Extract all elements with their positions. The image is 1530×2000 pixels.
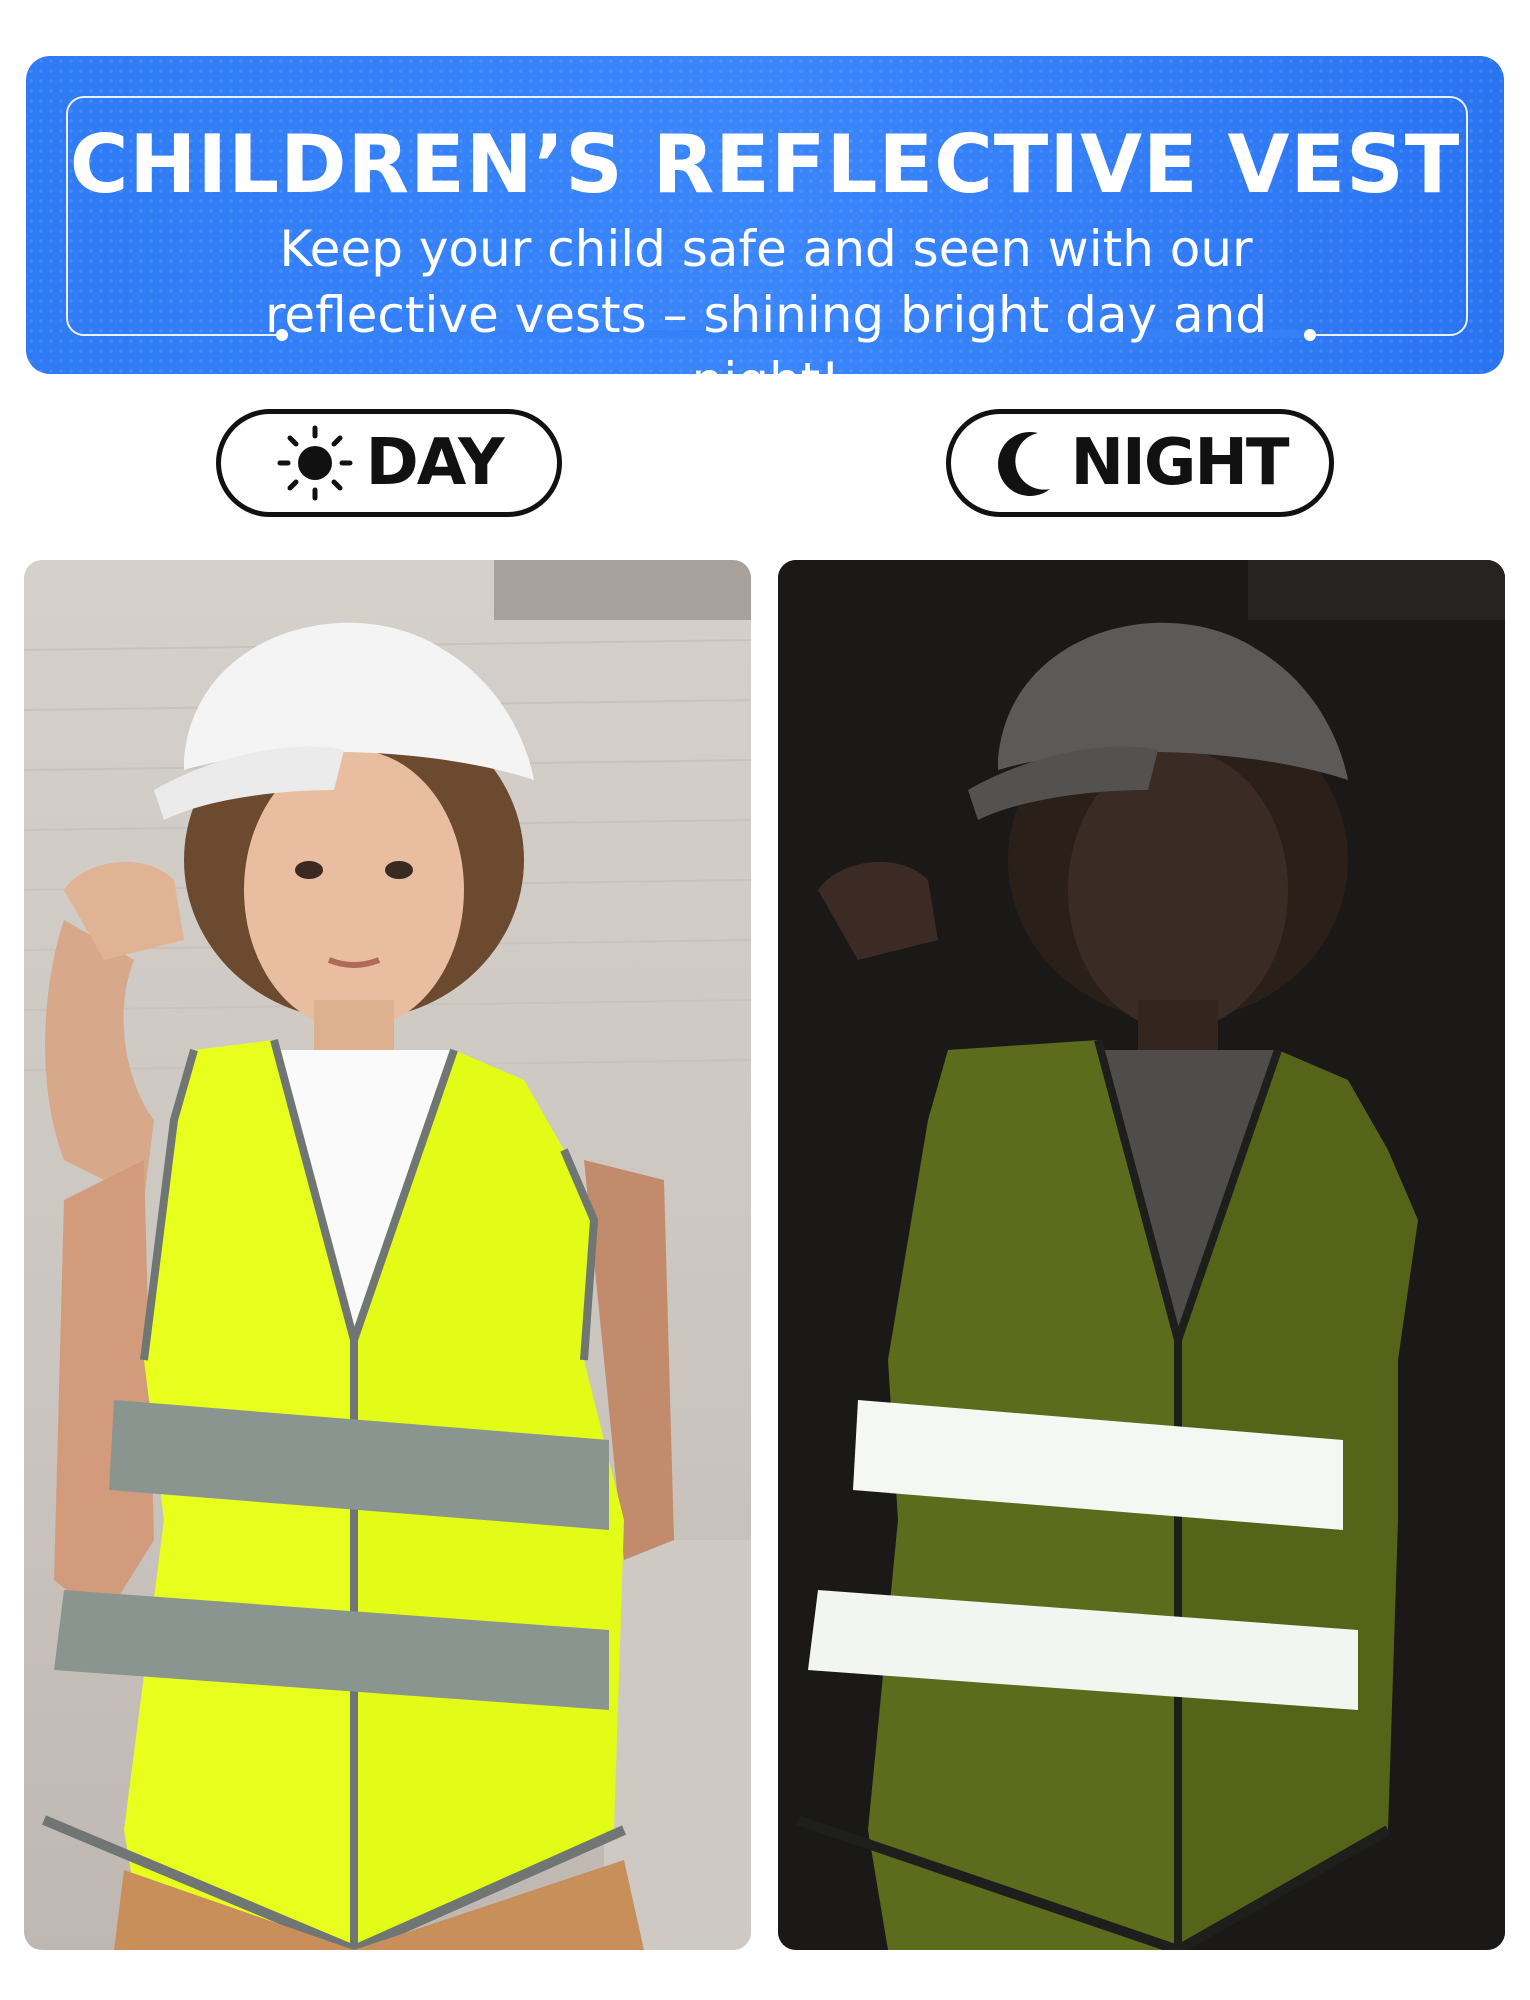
- night-label-pill: NIGHT: [946, 409, 1334, 517]
- day-label: DAY: [365, 426, 505, 500]
- banner-title: CHILDREN’S REFLECTIVE VEST: [69, 118, 1461, 211]
- moon-icon: [992, 427, 1058, 499]
- night-label: NIGHT: [1070, 426, 1289, 500]
- day-label-pill: DAY: [216, 409, 562, 517]
- sun-icon: [276, 424, 354, 502]
- header-banner: CHILDREN’S REFLECTIVE VEST Keep your chi…: [26, 56, 1504, 374]
- banner-subtitle: Keep your child safe and seen with our r…: [264, 220, 1268, 374]
- day-photo: [24, 560, 751, 1950]
- night-photo: [778, 560, 1505, 1950]
